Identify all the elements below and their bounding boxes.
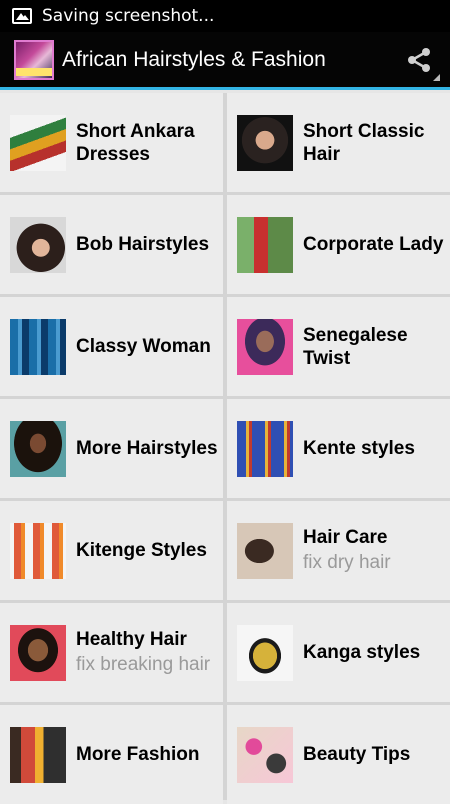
corporate-lady-thumb bbox=[237, 216, 293, 273]
more-fashion-thumb bbox=[10, 726, 66, 783]
tile-title: More Fashion bbox=[76, 744, 200, 765]
tile-kitenge-styles[interactable]: Kitenge Styles bbox=[0, 501, 223, 600]
beauty-tips-thumb bbox=[237, 726, 293, 783]
tile-text: Healthy Hair fix breaking hair bbox=[76, 628, 210, 677]
tile-hair-care[interactable]: Hair Care fix dry hair bbox=[227, 501, 450, 600]
tile-title: Kente styles bbox=[303, 438, 415, 459]
tile-title: Short Classic Hair bbox=[303, 120, 425, 165]
tile-text: Hair Care fix dry hair bbox=[303, 526, 391, 575]
status-bar: Saving screenshot... bbox=[0, 0, 450, 32]
tile-title: Corporate Lady bbox=[303, 234, 444, 255]
tile-beauty-tips[interactable]: Beauty Tips bbox=[227, 705, 450, 804]
more-hairstyles-thumb bbox=[10, 420, 66, 477]
tile-subtitle: fix breaking hair bbox=[76, 654, 211, 675]
tile-text: Corporate Lady bbox=[303, 233, 443, 256]
tile-text: Short Ankara Dresses bbox=[76, 120, 223, 166]
kanga-styles-thumb bbox=[237, 624, 293, 681]
tile-title: Classy Woman bbox=[76, 336, 211, 357]
action-bar: African Hairstyles & Fashion bbox=[0, 32, 450, 90]
classic-hair-thumb bbox=[237, 114, 293, 171]
tile-healthy-hair[interactable]: Healthy Hair fix breaking hair bbox=[0, 603, 223, 702]
image-icon bbox=[12, 8, 32, 24]
tile-text: Short Classic Hair bbox=[303, 120, 450, 166]
tile-text: Classy Woman bbox=[76, 335, 211, 358]
hair-care-thumb bbox=[237, 522, 293, 579]
tile-text: More Hairstyles bbox=[76, 437, 218, 460]
tile-text: More Fashion bbox=[76, 743, 200, 766]
tile-senegalese-twist[interactable]: Senegalese Twist bbox=[227, 297, 450, 396]
tile-title: Kanga styles bbox=[303, 642, 421, 663]
share-button[interactable] bbox=[394, 35, 444, 85]
healthy-hair-thumb bbox=[10, 624, 66, 681]
tile-title: Senegalese Twist bbox=[303, 324, 408, 369]
kitenge-styles-thumb bbox=[10, 522, 66, 579]
tile-text: Beauty Tips bbox=[303, 743, 410, 766]
tile-corporate-lady[interactable]: Corporate Lady bbox=[227, 195, 450, 294]
app-title: African Hairstyles & Fashion bbox=[62, 47, 326, 71]
tile-title: Kitenge Styles bbox=[76, 540, 207, 561]
tile-subtitle: fix dry hair bbox=[303, 552, 391, 573]
status-text: Saving screenshot... bbox=[42, 6, 215, 26]
tile-title: Hair Care bbox=[303, 527, 388, 548]
tile-title: Healthy Hair bbox=[76, 629, 187, 650]
classy-woman-thumb bbox=[10, 318, 66, 375]
tile-text: Kente styles bbox=[303, 437, 415, 460]
tile-text: Bob Hairstyles bbox=[76, 233, 209, 256]
tile-kente-styles[interactable]: Kente styles bbox=[227, 399, 450, 498]
kente-styles-thumb bbox=[237, 420, 293, 477]
tile-bob-hairstyles[interactable]: Bob Hairstyles bbox=[0, 195, 223, 294]
tile-title: More Hairstyles bbox=[76, 438, 218, 459]
category-grid: Short Ankara Dresses Short Classic Hair … bbox=[0, 93, 450, 804]
tile-text: Senegalese Twist bbox=[303, 324, 450, 370]
bob-hairstyles-thumb bbox=[10, 216, 66, 273]
tile-more-hairstyles[interactable]: More Hairstyles bbox=[0, 399, 223, 498]
tile-text: Kitenge Styles bbox=[76, 539, 207, 562]
tile-more-fashion[interactable]: More Fashion bbox=[0, 705, 223, 804]
ankara-dresses-thumb bbox=[10, 114, 66, 171]
tile-text: Kanga styles bbox=[303, 641, 420, 664]
app-logo bbox=[14, 39, 54, 80]
tile-short-ankara-dresses[interactable]: Short Ankara Dresses bbox=[0, 93, 223, 192]
tile-classy-woman[interactable]: Classy Woman bbox=[0, 297, 223, 396]
tile-title: Beauty Tips bbox=[303, 744, 411, 765]
tile-short-classic-hair[interactable]: Short Classic Hair bbox=[227, 93, 450, 192]
share-icon bbox=[408, 47, 430, 72]
tile-title: Bob Hairstyles bbox=[76, 234, 210, 255]
tile-title: Short Ankara Dresses bbox=[76, 120, 195, 165]
tile-kanga-styles[interactable]: Kanga styles bbox=[227, 603, 450, 702]
senegalese-twist-thumb bbox=[237, 318, 293, 375]
